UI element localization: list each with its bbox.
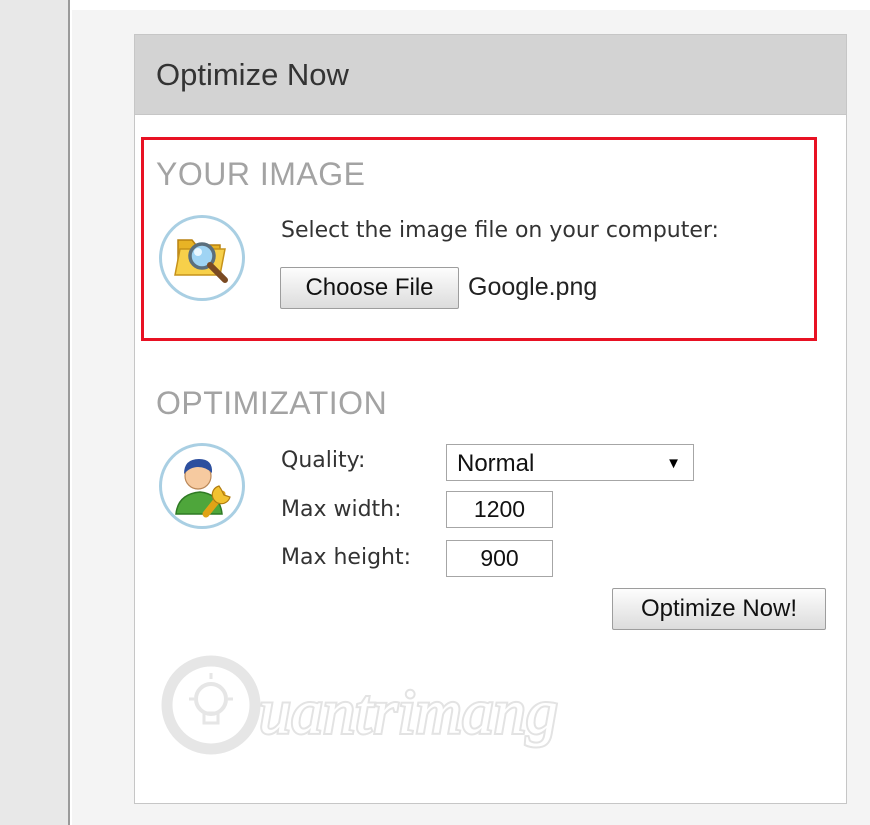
max-height-label: Max height: bbox=[281, 545, 412, 570]
image-file-prompt: Select the image file on your computer: bbox=[281, 218, 719, 243]
quality-select[interactable]: Normal ▼ bbox=[446, 444, 694, 481]
watermark-text: uantrimang bbox=[259, 676, 558, 747]
quality-select-value: Normal bbox=[457, 450, 535, 477]
max-width-input[interactable] bbox=[446, 491, 553, 528]
lightbulb-icon bbox=[161, 655, 261, 755]
optimize-panel: Optimize Now YOUR IMAGE Select the image… bbox=[134, 34, 847, 804]
left-sidebar-strip bbox=[0, 0, 70, 825]
choose-file-button[interactable]: Choose File bbox=[280, 267, 459, 309]
optimization-section-heading: OPTIMIZATION bbox=[156, 385, 388, 421]
optimize-now-button[interactable]: Optimize Now! bbox=[612, 588, 826, 630]
image-section-heading: YOUR IMAGE bbox=[156, 156, 366, 192]
folder-search-icon bbox=[159, 215, 245, 301]
max-height-input[interactable] bbox=[446, 540, 553, 577]
selected-file-name: Google.png bbox=[468, 273, 598, 301]
panel-title: Optimize Now bbox=[156, 57, 349, 92]
user-wrench-icon bbox=[159, 443, 245, 529]
dropdown-arrow-icon[interactable]: ▼ bbox=[666, 455, 681, 472]
max-width-label: Max width: bbox=[281, 497, 402, 522]
panel-header: Optimize Now bbox=[135, 35, 846, 115]
watermark-logo: uantrimang bbox=[161, 655, 631, 755]
quality-label: Quality: bbox=[281, 448, 366, 473]
